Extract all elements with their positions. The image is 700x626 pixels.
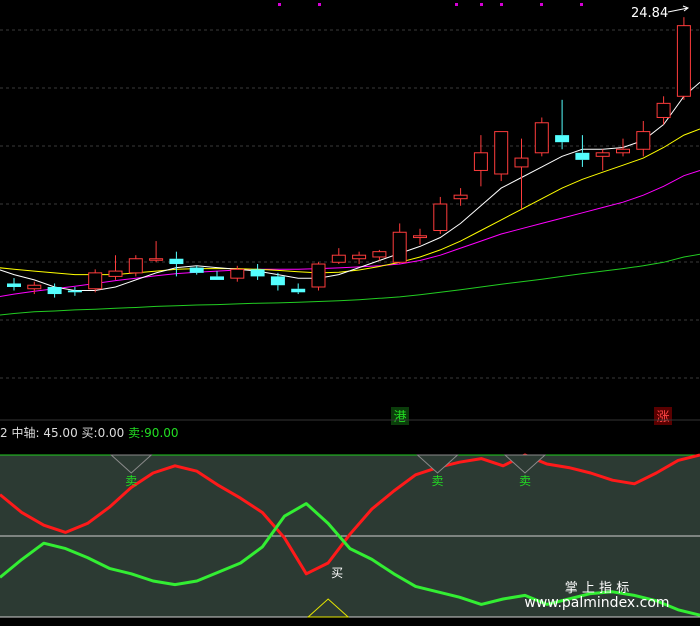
candle-body: [372, 251, 387, 258]
candle-19: [392, 223, 407, 265]
candle-22: [453, 188, 468, 206]
candle-body: [392, 231, 407, 263]
candle-body: [595, 152, 610, 157]
sell-signal-label-2: 卖: [519, 474, 531, 488]
candle-body: [656, 102, 671, 118]
latest-price-label: 24.84: [631, 6, 668, 21]
candle-5: [108, 255, 123, 280]
top-dot-6: [580, 3, 583, 6]
candle-body: [270, 276, 285, 286]
candle-body: [616, 148, 630, 154]
candle-body: [636, 131, 651, 150]
moving-average-lines: [0, 81, 700, 316]
top-dot-0: [278, 3, 281, 6]
candle-8: [169, 251, 184, 277]
top-marker-dots: [278, 3, 583, 6]
candle-body: [676, 25, 691, 97]
candle-body: [331, 254, 346, 263]
candle-7: [149, 241, 164, 263]
candle-body: [311, 263, 326, 288]
candle-body: [250, 269, 265, 277]
price-grid: [0, 29, 700, 379]
legend-axis-value: 45.00: [43, 426, 78, 440]
candle-3: [67, 286, 82, 296]
candle-21: [433, 196, 448, 235]
candle-29: [595, 149, 610, 171]
candle-body: [534, 122, 549, 154]
candle-body: [67, 290, 82, 293]
candle-27: [555, 99, 570, 150]
candle-body: [128, 258, 143, 274]
candle-12: [250, 264, 265, 280]
candle-16: [331, 248, 346, 265]
candle-body: [7, 283, 21, 287]
top-dot-1: [318, 3, 321, 6]
candle-31: [636, 121, 651, 157]
candle-body: [413, 235, 427, 239]
candle-body: [352, 254, 367, 260]
ma_short-line: [0, 81, 700, 291]
candle-body: [514, 157, 529, 168]
candle-10: [210, 271, 224, 280]
marker-text-1: 涨: [656, 410, 669, 425]
candle-33: [676, 17, 691, 100]
sell-signal-label-0: 卖: [125, 474, 137, 488]
candle-32: [656, 96, 671, 125]
legend-prefix: 2: [0, 426, 8, 440]
candle-body: [108, 270, 123, 277]
candle-26: [534, 117, 549, 157]
candlesticks: [7, 17, 691, 298]
ma_longest-line: [0, 253, 700, 316]
candle-body: [169, 258, 184, 265]
candle-20: [413, 228, 427, 245]
latest-price-annotation: 24.84: [631, 5, 690, 21]
candle-body: [189, 267, 204, 273]
candle-body: [494, 131, 509, 175]
legend-buy-value: 0.00: [97, 426, 125, 440]
candle-body: [473, 152, 488, 171]
candle-body: [47, 286, 62, 295]
ma_long-line: [0, 170, 700, 298]
candle-body: [453, 194, 468, 200]
candle-body: [291, 288, 306, 293]
buy-signal-label-3: 买: [331, 566, 343, 580]
candle-body: [149, 258, 164, 261]
indicator-legend: 2 中轴: 45.00 买:0.00 卖:90.00: [0, 425, 179, 441]
stock-chart: 24.84 港涨 卖卖卖买 掌 上 指 标 www.palmindex.com: [0, 3, 700, 618]
candle-4: [88, 269, 103, 293]
top-dot-2: [455, 3, 458, 6]
legend-sell-value: 90.00: [144, 426, 179, 440]
candle-0: [7, 278, 21, 291]
candle-6: [128, 255, 143, 277]
candle-body: [27, 284, 42, 290]
candle-body: [210, 276, 224, 280]
watermark-title: 掌 上 指 标: [565, 581, 629, 596]
candle-body: [230, 268, 245, 279]
candle-body: [555, 135, 570, 143]
candle-15: [311, 262, 326, 291]
candle-body: [433, 203, 448, 231]
top-dot-3: [480, 3, 483, 6]
candle-body: [575, 152, 590, 160]
legend-sell-label: 卖:: [128, 426, 145, 440]
candle-24: [494, 131, 509, 182]
sell-signal-label-1: 卖: [431, 474, 443, 488]
top-dot-5: [540, 3, 543, 6]
legend-buy-label: 买:: [81, 426, 98, 440]
top-dot-4: [500, 3, 503, 6]
watermark-url: www.palmindex.com: [524, 595, 669, 611]
legend-axis-label: 中轴:: [11, 426, 40, 440]
candle-23: [473, 135, 488, 187]
candle-9: [189, 265, 204, 275]
marker-text-0: 港: [393, 410, 406, 425]
top-markers: 港涨: [391, 407, 672, 425]
candle-body: [88, 272, 103, 290]
candle-25: [514, 138, 529, 210]
candle-14: [291, 283, 306, 295]
ma_mid-line: [0, 128, 700, 276]
